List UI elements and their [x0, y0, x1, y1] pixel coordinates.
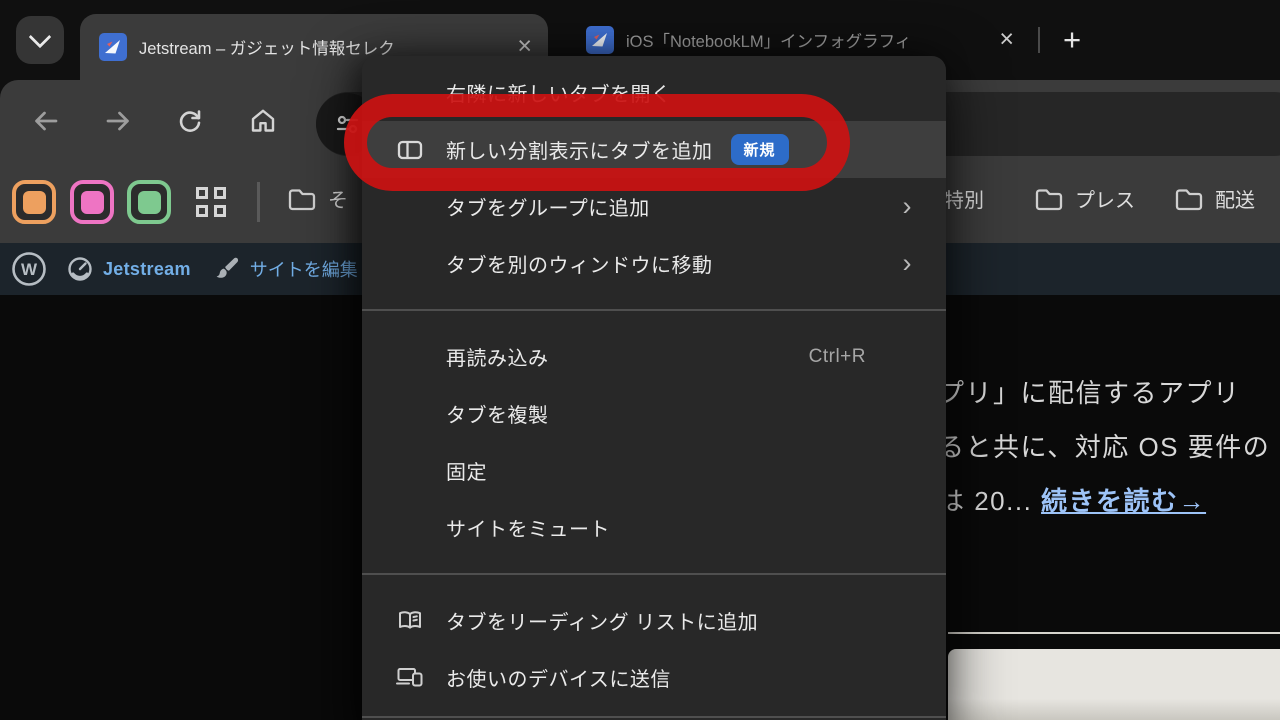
send-to-device-icon — [394, 662, 426, 694]
article-text-line: は 20... 続きを読む→ — [938, 481, 1206, 518]
folder-icon — [287, 186, 317, 212]
menu-item-label: 再読み込み — [446, 342, 549, 371]
menu-item-label: お使いのデバイスに送信 — [446, 663, 671, 692]
bookmark-folder[interactable]: プレス — [1034, 184, 1135, 213]
swatch-fill — [23, 191, 46, 214]
reload-icon — [175, 106, 205, 136]
article-text-line: ると共に、対応 OS 要件の — [938, 427, 1270, 464]
reload-button[interactable] — [171, 102, 209, 140]
new-tab-button[interactable]: + — [1052, 20, 1092, 60]
forward-button[interactable] — [99, 102, 137, 140]
menu-item-label: タブをグループに追加 — [446, 192, 650, 221]
tab-context-menu: 右隣に新しいタブを開く 新しい分割表示にタブを追加 新規 タブをグループに追加 … — [362, 56, 946, 720]
menu-shortcut: Ctrl+R — [809, 346, 866, 368]
icon-spacer — [394, 77, 426, 109]
wp-dashboard-link[interactable]: Jetstream — [66, 255, 191, 283]
menu-item-label: 新しい分割表示にタブを追加 — [446, 135, 713, 164]
bookmarks-divider — [257, 182, 260, 222]
bookmark-label: プレス — [1075, 184, 1135, 213]
tab-search-button[interactable] — [16, 16, 64, 64]
home-icon — [248, 106, 278, 136]
icon-spacer — [394, 398, 426, 430]
icon-spacer — [394, 512, 426, 544]
bookmark-label: そ — [328, 184, 348, 213]
menu-item-mute-site[interactable]: サイトをミュート — [362, 499, 946, 556]
menu-item-add-to-reading-list[interactable]: タブをリーディング リストに追加 — [362, 592, 946, 649]
bookmark-favicon-green[interactable] — [127, 180, 171, 224]
edit-site-link-label: サイトを編集 — [250, 256, 358, 282]
chevron-down-icon — [29, 26, 52, 49]
content-card — [948, 649, 1280, 720]
menu-item-open-new-tab-right[interactable]: 右隣に新しいタブを開く — [362, 64, 946, 121]
icon-spacer — [394, 455, 426, 487]
icon-spacer — [394, 341, 426, 373]
svg-text:W: W — [21, 260, 38, 279]
brush-icon — [213, 255, 241, 283]
menu-separator — [362, 573, 946, 575]
new-badge: 新規 — [731, 134, 789, 165]
reading-list-icon — [394, 605, 426, 637]
bookmark-folder[interactable]: そ — [287, 184, 348, 213]
back-button[interactable] — [27, 102, 65, 140]
tab-title: iOS「NotebookLM」インフォグラフィ — [626, 28, 991, 52]
wp-edit-site-link[interactable]: サイトを編集 — [213, 255, 358, 283]
menu-item-move-tab-to-window[interactable]: タブを別のウィンドウに移動 › — [362, 235, 946, 292]
menu-item-label: タブをリーディング リストに追加 — [446, 606, 758, 635]
content-divider — [948, 632, 1280, 634]
menu-item-label: 固定 — [446, 456, 487, 485]
menu-separator — [362, 309, 946, 311]
split-view-icon — [394, 134, 426, 166]
bookmark-label: 配送 — [1215, 184, 1255, 213]
bookmark-folder[interactable]: 特別 — [944, 184, 984, 213]
tab-close-icon[interactable]: × — [517, 34, 532, 59]
bookmark-label: 特別 — [944, 184, 984, 213]
bookmark-favicon-orange[interactable] — [12, 180, 56, 224]
menu-item-add-tab-to-split-view[interactable]: 新しい分割表示にタブを追加 新規 — [362, 121, 946, 178]
menu-item-label: 右隣に新しいタブを開く — [446, 78, 672, 107]
back-icon — [31, 106, 61, 136]
submenu-arrow-icon: › — [903, 250, 913, 277]
bookmark-folder[interactable]: 配送 — [1174, 184, 1255, 213]
read-more-link[interactable]: 続きを読む→ — [1041, 486, 1206, 516]
swatch-fill — [81, 191, 104, 214]
menu-item-pin-tab[interactable]: 固定 — [362, 442, 946, 499]
wordpress-icon: W — [10, 250, 48, 288]
menu-item-label: タブを別のウィンドウに移動 — [446, 249, 713, 278]
tab-divider — [1038, 27, 1040, 53]
dashboard-link-label: Jetstream — [103, 259, 191, 280]
tune-icon — [334, 111, 361, 138]
gauge-icon — [66, 255, 94, 283]
menu-item-reload[interactable]: 再読み込み Ctrl+R — [362, 328, 946, 385]
submenu-arrow-icon: › — [903, 193, 913, 220]
site-favicon — [99, 33, 127, 61]
home-button[interactable] — [244, 102, 282, 140]
menu-item-duplicate-tab[interactable]: タブを複製 — [362, 385, 946, 442]
menu-item-label: タブを複製 — [446, 399, 549, 428]
wp-logo-button[interactable]: W — [10, 250, 48, 288]
icon-spacer — [394, 248, 426, 280]
article-text-line: プリ」に配信するアプリ — [938, 373, 1241, 410]
icon-spacer — [394, 191, 426, 223]
menu-item-add-tab-to-group[interactable]: タブをグループに追加 › — [362, 178, 946, 235]
swatch-fill — [138, 191, 161, 214]
menu-separator — [362, 716, 946, 718]
article-text: は 20... — [938, 486, 1041, 516]
forward-icon — [103, 106, 133, 136]
site-favicon — [586, 26, 614, 54]
bookmark-favicon-pink[interactable] — [70, 180, 114, 224]
tab-close-icon[interactable]: × — [999, 27, 1014, 52]
menu-item-label: サイトをミュート — [446, 513, 610, 542]
folder-icon — [1174, 186, 1204, 212]
apps-grid-icon[interactable] — [196, 187, 227, 218]
menu-item-send-to-device[interactable]: お使いのデバイスに送信 — [362, 649, 946, 706]
folder-icon — [1034, 186, 1064, 212]
browser-window: Jetstream – ガジェット情報セレク × iOS「NotebookLM」… — [0, 0, 1280, 720]
